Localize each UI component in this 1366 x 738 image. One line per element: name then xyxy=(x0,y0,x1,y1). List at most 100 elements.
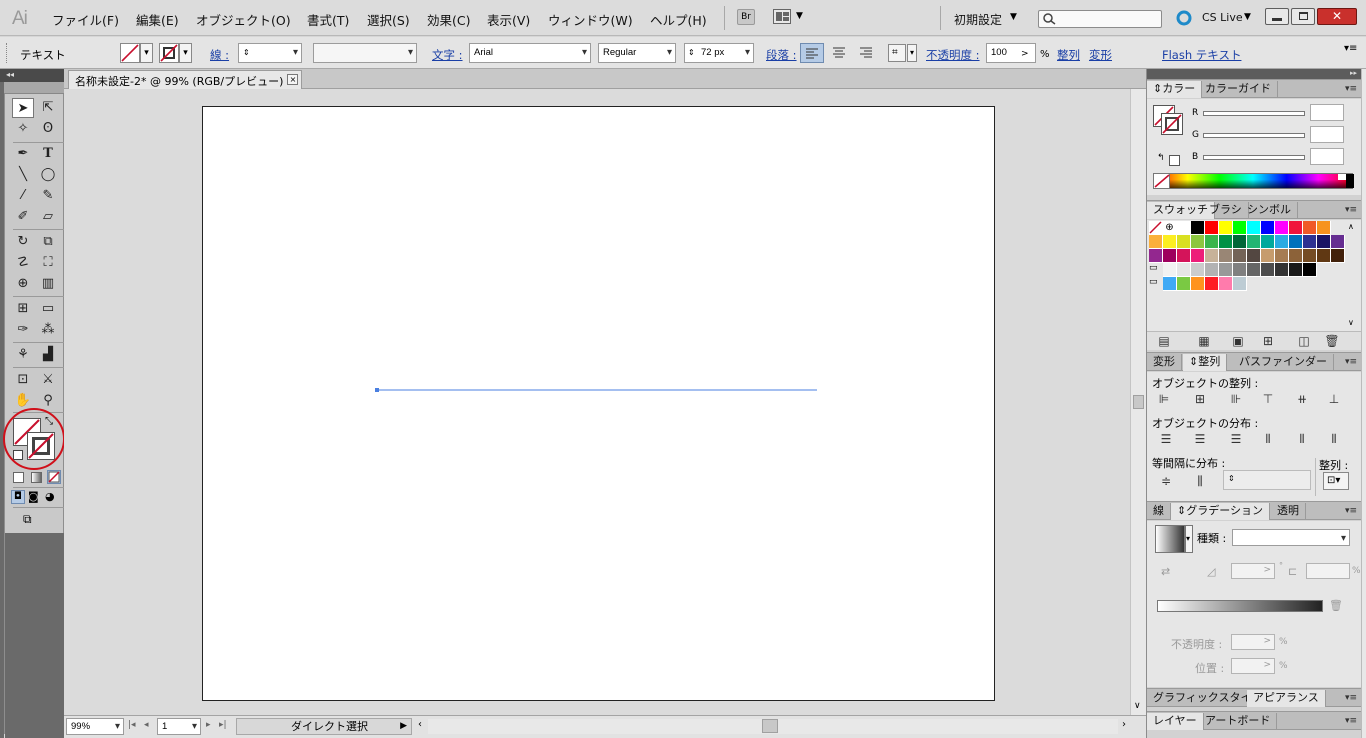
tab-align[interactable]: ⇕整列 xyxy=(1183,354,1228,371)
delete-swatch-icon[interactable]: 🗑 xyxy=(1323,334,1341,348)
swatch-cell[interactable] xyxy=(1233,263,1247,277)
swatch-cell[interactable] xyxy=(1177,221,1191,235)
swatch-cell[interactable] xyxy=(1205,221,1219,235)
distribute-vcenter-icon[interactable]: ☰ xyxy=(1191,432,1209,446)
swatch-cell[interactable] xyxy=(1205,249,1219,263)
gradient-preview-swatch[interactable] xyxy=(1155,525,1185,553)
line-tool-icon[interactable]: ╲ xyxy=(12,165,34,185)
gradient-tool-icon[interactable]: ▭ xyxy=(37,299,59,319)
swatch-cell[interactable] xyxy=(1191,249,1205,263)
font-family-select[interactable]: Arial xyxy=(469,43,591,63)
swatch-cell[interactable] xyxy=(1317,235,1331,249)
chevron-down-icon[interactable]: ▼ xyxy=(796,11,803,21)
swatch-cell[interactable] xyxy=(1275,221,1289,235)
distribute-left-icon[interactable]: ⫴ xyxy=(1259,432,1277,446)
swatch-cell[interactable] xyxy=(1275,263,1289,277)
show-swatch-kinds-icon[interactable]: ▦ xyxy=(1195,334,1213,348)
swatch-cell[interactable] xyxy=(1261,235,1275,249)
align-vertical-centers-icon[interactable]: ⧺ xyxy=(1293,392,1311,406)
column-graph-tool-icon[interactable]: ▟ xyxy=(37,345,59,365)
tab-stroke[interactable]: 線 xyxy=(1147,503,1171,520)
swatch-cell[interactable] xyxy=(1163,249,1177,263)
artboard-number-select[interactable]: 1 xyxy=(157,718,201,735)
close-button[interactable]: ✕ xyxy=(1317,8,1357,25)
toolbox-header[interactable]: ◂◂ xyxy=(0,69,64,82)
swatch-cell[interactable] xyxy=(1303,235,1317,249)
swatch-cell[interactable] xyxy=(1219,277,1233,291)
new-color-group-icon[interactable]: ⊞ xyxy=(1259,334,1277,348)
swatch-cell[interactable] xyxy=(1177,277,1191,291)
align-right-button[interactable] xyxy=(855,43,877,63)
swatch-cell[interactable] xyxy=(1289,263,1303,277)
swatch-cell[interactable] xyxy=(1289,235,1303,249)
align-bottom-edges-icon[interactable]: ⊥ xyxy=(1325,392,1343,406)
swatch-cell[interactable] xyxy=(1289,249,1303,263)
distribute-right-icon[interactable]: ⫴ xyxy=(1325,432,1343,446)
slice-tool-icon[interactable]: ⚔ xyxy=(37,370,59,390)
swatch-cell[interactable] xyxy=(1205,263,1219,277)
artboard[interactable] xyxy=(202,106,995,701)
align-left-button[interactable] xyxy=(800,43,824,63)
direct-selection-tool-icon[interactable]: ⇱ xyxy=(37,98,59,118)
dock-header[interactable]: ▸▸ xyxy=(1147,69,1361,79)
gradient-type-select[interactable] xyxy=(1232,529,1350,546)
collapse-icon[interactable]: ▸▸ xyxy=(1350,69,1357,77)
symbol-sprayer-tool-icon[interactable]: ⚘ xyxy=(12,345,34,365)
artboard-tool-icon[interactable]: ⊡ xyxy=(12,370,34,390)
tab-transform[interactable]: 変形 xyxy=(1147,354,1182,371)
panel-menu-icon[interactable]: ▾≡ xyxy=(1345,205,1357,215)
panel-menu-icon[interactable]: ▾≡ xyxy=(1345,357,1357,367)
tab-color[interactable]: ⇕カラー xyxy=(1147,81,1203,98)
swatch-scrollbar[interactable]: ∧ ∨ xyxy=(1346,222,1358,330)
draw-behind-icon[interactable]: ◙ xyxy=(28,490,39,503)
chevron-down-icon[interactable]: ▾ xyxy=(140,43,153,63)
cs-live-button[interactable]: CS Live xyxy=(1202,11,1243,24)
stroke-weight-stepper[interactable]: ⇕ xyxy=(238,43,302,63)
menu-edit[interactable]: 編集(E) xyxy=(136,10,179,29)
swatch-registration-icon[interactable]: ⊕ xyxy=(1163,221,1177,235)
blend-tool-icon[interactable]: ⁂ xyxy=(37,320,59,340)
rotate-tool-icon[interactable]: ↻ xyxy=(12,232,34,252)
swatch-cell[interactable] xyxy=(1219,221,1233,235)
zoom-select[interactable]: 99% xyxy=(66,718,124,735)
menu-file[interactable]: ファイル(F) xyxy=(52,10,119,29)
menu-help[interactable]: ヘルプ(H) xyxy=(650,10,707,29)
blob-brush-tool-icon[interactable]: ✐ xyxy=(12,207,34,227)
tab-symbols[interactable]: シンボル xyxy=(1241,202,1298,219)
menu-window[interactable]: ウィンドウ(W) xyxy=(548,10,633,29)
angle-field[interactable]: > xyxy=(1231,563,1275,579)
chevron-right-icon[interactable]: > xyxy=(1021,49,1029,59)
scroll-up-icon[interactable]: ∧ xyxy=(1348,222,1354,231)
scroll-down-icon[interactable]: ∨ xyxy=(1348,318,1354,327)
distribute-top-icon[interactable]: ☰ xyxy=(1157,432,1175,446)
fill-none-swatch[interactable] xyxy=(120,43,140,63)
menu-select[interactable]: 選択(S) xyxy=(367,10,410,29)
menu-effect[interactable]: 効果(C) xyxy=(427,10,470,29)
pen-tool-icon[interactable]: ✒ xyxy=(12,144,34,164)
g-value-field[interactable] xyxy=(1310,126,1344,143)
chevron-down-icon[interactable]: ▾ xyxy=(907,44,917,62)
last-color-icon[interactable]: ↰ xyxy=(1157,153,1165,163)
eyedropper-tool-icon[interactable]: ✑ xyxy=(12,320,34,340)
chevron-down-icon[interactable]: ▾ xyxy=(179,43,192,63)
color-mode-button[interactable] xyxy=(13,472,24,483)
new-swatch-icon[interactable]: ◫ xyxy=(1295,334,1313,348)
swatch-cell[interactable] xyxy=(1233,249,1247,263)
swatch-cell[interactable] xyxy=(1317,221,1331,235)
grip-icon[interactable] xyxy=(6,43,9,63)
eraser-tool-icon[interactable]: ▱ xyxy=(37,207,59,227)
swatch-cell[interactable] xyxy=(1247,263,1261,277)
swatch-cell[interactable] xyxy=(1177,263,1191,277)
swatch-cell[interactable] xyxy=(1303,221,1317,235)
last-page-icon[interactable]: ▸| xyxy=(219,720,227,730)
tab-transparency[interactable]: 透明 xyxy=(1271,503,1306,520)
swatch-cell[interactable] xyxy=(1219,249,1233,263)
distribute-hcenter-icon[interactable]: ⫴ xyxy=(1293,432,1311,446)
swatch-cell[interactable] xyxy=(1233,235,1247,249)
scale-tool-icon[interactable]: ⧉ xyxy=(37,232,59,252)
swatch-cell[interactable] xyxy=(1177,249,1191,263)
vertical-scrollbar[interactable]: ∨ xyxy=(1130,89,1146,715)
swatch-cell[interactable] xyxy=(1289,221,1303,235)
panel-menu-icon[interactable]: ▾≡ xyxy=(1345,506,1357,516)
panel-menu-icon[interactable]: ▾≡ xyxy=(1345,716,1357,726)
